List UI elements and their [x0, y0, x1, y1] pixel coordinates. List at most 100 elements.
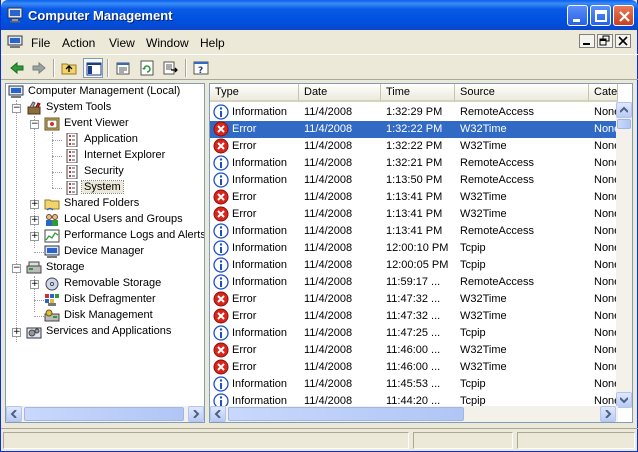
scroll-thumb[interactable] — [617, 119, 631, 129]
minimize-button[interactable] — [567, 5, 588, 26]
information-icon — [213, 240, 229, 256]
forward-button[interactable] — [29, 58, 49, 78]
event-row[interactable]: Information 11/4/2008 1:13:50 PM RemoteAcce… — [210, 172, 618, 189]
arrow-left-icon — [214, 410, 221, 418]
event-row[interactable]: Error 11/4/2008 1:13:41 PM W32Time None — [210, 206, 618, 223]
cell-category: None — [594, 242, 618, 254]
event-row[interactable]: Error 11/4/2008 1:32:22 PM W32Time None — [210, 138, 618, 155]
restore-icon — [599, 35, 610, 46]
cell-category: None — [594, 344, 618, 356]
scroll-left-button[interactable] — [210, 406, 226, 422]
users-icon — [46, 214, 58, 226]
expand-toggle[interactable]: + — [30, 216, 39, 225]
menu-file[interactable]: File — [31, 36, 50, 50]
event-row[interactable]: Information 11/4/2008 1:13:41 PM RemoteAcce… — [210, 223, 618, 240]
event-row[interactable]: Information 11/4/2008 1:32:21 PM RemoteAcce… — [210, 155, 618, 172]
expand-toggle[interactable]: + — [30, 232, 39, 241]
scroll-down-button[interactable] — [616, 392, 632, 408]
event-row[interactable]: Information 11/4/2008 1:32:29 PM RemoteAcce… — [210, 104, 618, 121]
event-row[interactable]: Error 11/4/2008 11:47:32 ... W32Time None — [210, 291, 618, 308]
tree-item-label: Application — [84, 133, 138, 145]
cell-category: None — [594, 140, 618, 152]
tree-horizontal-scrollbar[interactable] — [6, 406, 204, 422]
collapse-toggle[interactable]: − — [12, 264, 21, 273]
scroll-thumb[interactable] — [228, 407, 464, 421]
menu-action[interactable]: Action — [62, 36, 95, 50]
cell-category: None — [594, 259, 618, 271]
event-row[interactable]: Information 11/4/2008 11:47:25 ... Tcpip Non… — [210, 325, 618, 342]
scroll-up-button[interactable] — [616, 102, 632, 118]
back-button[interactable] — [7, 58, 27, 78]
error-icon — [213, 206, 229, 222]
event-row[interactable]: Information 11/4/2008 12:00:10 PM Tcpip None — [210, 240, 618, 257]
menu-view[interactable]: View — [109, 36, 135, 50]
refresh-button[interactable] — [137, 58, 157, 78]
menu-help[interactable]: Help — [200, 36, 225, 50]
event-row[interactable]: Error 11/4/2008 11:46:00 ... W32Time None — [210, 342, 618, 359]
console-tree[interactable]: Computer Management (Local) − System Too… — [5, 83, 205, 423]
event-row[interactable]: Error 11/4/2008 11:46:00 ... W32Time None — [210, 359, 618, 376]
maximize-icon — [595, 10, 607, 22]
cell-time: 1:32:22 PM — [386, 123, 443, 135]
column-header-time[interactable]: Time — [381, 84, 455, 102]
event-row[interactable]: Information 11/4/2008 11:45:53 ... Tcpip Non… — [210, 376, 618, 393]
device-manager-icon — [44, 245, 60, 258]
list-vertical-scrollbar[interactable] — [616, 102, 632, 408]
export-list-button[interactable] — [161, 58, 181, 78]
cell-date: 11/4/2008 — [304, 191, 353, 203]
mdi-minimize-button[interactable] — [579, 34, 595, 48]
list-horizontal-scrollbar[interactable] — [210, 406, 618, 422]
cell-type: Error — [232, 140, 257, 152]
show-hide-tree-button[interactable] — [83, 58, 103, 78]
system-menu-icon[interactable] — [7, 35, 23, 49]
defrag-icon — [45, 294, 59, 306]
storage-icon — [26, 261, 42, 274]
tree-line — [34, 316, 44, 317]
event-row[interactable]: Error 11/4/2008 1:32:22 PM W32Time None — [210, 121, 618, 138]
scroll-right-button[interactable] — [188, 406, 204, 422]
collapse-toggle[interactable]: − — [12, 104, 21, 113]
cell-category: None — [594, 123, 618, 135]
mdi-restore-button[interactable] — [597, 34, 613, 48]
cell-source: W32Time — [460, 310, 507, 322]
cell-date: 11/4/2008 — [304, 157, 353, 169]
cell-category: None — [594, 157, 618, 169]
help-button[interactable]: ? — [191, 58, 211, 78]
event-row[interactable]: Error 11/4/2008 11:47:32 ... W32Time None — [210, 308, 618, 325]
computer-icon — [8, 85, 24, 98]
column-header-category[interactable]: Cate — [589, 84, 618, 102]
column-header-date[interactable]: Date — [299, 84, 381, 102]
close-button[interactable] — [613, 5, 634, 26]
column-header-type[interactable]: Type — [210, 84, 299, 102]
expand-toggle[interactable]: + — [30, 280, 39, 289]
event-list[interactable]: Type Date Time Source Cate Information 11… — [209, 83, 633, 423]
properties-button[interactable] — [113, 58, 133, 78]
cell-source: W32Time — [460, 293, 507, 305]
event-row[interactable]: Error 11/4/2008 1:13:41 PM W32Time None — [210, 189, 618, 206]
scroll-left-button[interactable] — [6, 406, 22, 422]
tree-line — [34, 252, 44, 253]
collapse-toggle[interactable]: − — [30, 120, 39, 129]
menu-window[interactable]: Window — [146, 36, 189, 50]
expand-toggle[interactable]: + — [12, 328, 21, 337]
scroll-thumb[interactable] — [24, 407, 184, 421]
computer-management-icon — [7, 7, 23, 23]
title-bar[interactable]: Computer Management — [1, 0, 638, 30]
cell-category: None — [594, 208, 618, 220]
event-row[interactable]: Information 11/4/2008 12:00:05 PM Tcpip None — [210, 257, 618, 274]
scroll-right-button[interactable] — [600, 406, 616, 422]
up-one-level-button[interactable] — [59, 58, 79, 78]
cell-source: RemoteAccess — [460, 276, 534, 288]
column-header-source[interactable]: Source — [455, 84, 589, 102]
cell-date: 11/4/2008 — [304, 208, 353, 220]
event-row[interactable]: Information 11/4/2008 11:59:17 ... RemoteAc… — [210, 274, 618, 291]
tree-item-label: Performance Logs and Alerts — [64, 229, 205, 241]
information-icon — [213, 257, 229, 273]
close-icon — [619, 11, 630, 22]
cell-type: Information — [232, 157, 288, 169]
mdi-close-button[interactable] — [615, 34, 631, 48]
expand-toggle[interactable]: + — [30, 200, 39, 209]
tree-line — [52, 156, 62, 157]
cell-time: 11:59:17 ... — [386, 276, 441, 288]
maximize-button[interactable] — [590, 5, 611, 26]
